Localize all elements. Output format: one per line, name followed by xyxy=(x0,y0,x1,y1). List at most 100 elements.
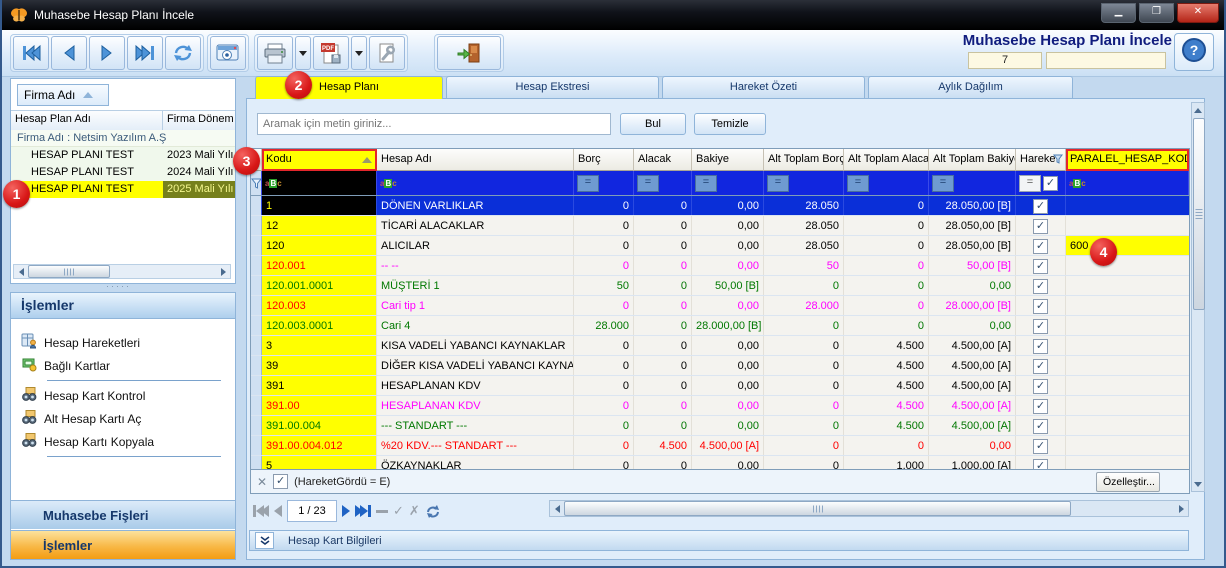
grid-row[interactable]: 391HESAPLANAN KDV000,0004.5004.500,00 [A… xyxy=(251,376,1189,396)
nav-bar-islemler[interactable]: İşlemler xyxy=(11,530,235,559)
next-record-button[interactable] xyxy=(89,36,125,70)
scroll-right-icon[interactable] xyxy=(1174,501,1188,516)
grid-row[interactable]: 391.00HESAPLANAN KDV000,0004.5004.500,00… xyxy=(251,396,1189,416)
expand-chevron-icon[interactable] xyxy=(255,532,274,549)
page-setup-button[interactable] xyxy=(369,36,405,70)
hareket-checkbox[interactable]: ✓ xyxy=(1033,279,1048,294)
firm-row[interactable]: HESAP PLANI TEST2025 Mali Yılı xyxy=(11,181,235,198)
grid-row[interactable]: 12TİCARİ ALACAKLAR000,0028.050028.050,00… xyxy=(251,216,1189,236)
hareket-checkbox[interactable]: ✓ xyxy=(1033,199,1048,214)
firm-col-header-plan[interactable]: Hesap Plan Adı xyxy=(11,111,163,130)
firm-col-header-period[interactable]: Firma Dönem A xyxy=(163,111,235,130)
hareket-checkbox[interactable]: ✓ xyxy=(1033,379,1048,394)
hareket-checkbox[interactable]: ✓ xyxy=(1033,239,1048,254)
grid-row[interactable]: 120.001-- --000,0050050,00 [B]✓ xyxy=(251,256,1189,276)
column-header-kodu[interactable]: Kodu xyxy=(262,149,377,171)
exit-button[interactable] xyxy=(437,36,501,70)
hareket-checkbox[interactable]: ✓ xyxy=(1033,399,1048,414)
clear-button[interactable]: Temizle xyxy=(694,113,766,135)
grid-row[interactable]: 39DİĞER KISA VADELİ YABANCI KAYNAKLAR000… xyxy=(251,356,1189,376)
action-item-hesap-kart-kopyala[interactable]: Hesap Kartı Kopyala xyxy=(11,430,235,453)
first-record-button[interactable] xyxy=(13,36,49,70)
grid-row[interactable]: 391.00.004.012%20 KDV.--- STANDART ---04… xyxy=(251,436,1189,456)
export-dropdown[interactable] xyxy=(351,36,367,70)
grid-row[interactable]: 120.003.0001Cari 428.000028.000,00 [B]00… xyxy=(251,316,1189,336)
filter-cell-alacak[interactable]: = xyxy=(634,171,692,195)
tab-hesap-plani[interactable]: Hesap Planı xyxy=(255,76,443,99)
pager-last-icon[interactable] xyxy=(355,505,371,517)
firm-horizontal-scrollbar[interactable] xyxy=(13,264,231,279)
column-header-alt-toplam-bor-[interactable]: Alt Toplam Borç xyxy=(764,149,844,171)
grid-row[interactable]: 120ALICILAR000,0028.050028.050,00 [B]✓60… xyxy=(251,236,1189,256)
prev-record-button[interactable] xyxy=(51,36,87,70)
customize-button[interactable]: Özelleştir... xyxy=(1096,472,1160,492)
grid-row[interactable]: 1DÖNEN VARLIKLAR000,0028.050028.050,00 [… xyxy=(251,196,1189,216)
filter-cell-bakiye[interactable]: = xyxy=(692,171,764,195)
column-header-alacak[interactable]: Alacak xyxy=(634,149,692,171)
find-button[interactable]: Bul xyxy=(620,113,686,135)
hareket-checkbox[interactable]: ✓ xyxy=(1033,419,1048,434)
close-button[interactable]: ✕ xyxy=(1177,3,1219,23)
pager-next-icon[interactable] xyxy=(342,505,350,517)
tab-hareket-ozeti[interactable]: Hareket Özeti xyxy=(662,76,865,99)
pager-refresh-icon[interactable] xyxy=(425,504,441,519)
print-button[interactable] xyxy=(257,36,293,70)
action-item-ba-l-kartlar[interactable]: Bağlı Kartlar xyxy=(11,354,235,377)
scroll-left-icon[interactable] xyxy=(14,265,28,278)
tab-aylik-dagilim[interactable]: Aylık Dağılım xyxy=(868,76,1073,99)
filter-cell-kodu[interactable]: aBc xyxy=(262,171,377,195)
scroll-right-icon[interactable] xyxy=(216,265,230,278)
nav-bar-muhasebe-fisleri[interactable]: Muhasebe Fişleri xyxy=(11,500,235,529)
pager-first-icon[interactable] xyxy=(253,505,269,517)
grid-vertical-scrollbar[interactable] xyxy=(1191,102,1205,492)
filter-active-checkbox[interactable]: ✓ xyxy=(273,474,288,489)
column-header-alt-toplam-bakiye[interactable]: Alt Toplam Bakiye xyxy=(929,149,1016,171)
hareket-checkbox[interactable]: ✓ xyxy=(1033,439,1048,454)
grid-row[interactable]: 5ÖZKAYNAKLAR000,0001.0001.000,00 [A]✓ xyxy=(251,456,1189,470)
hesap-kart-bilgileri-bar[interactable]: Hesap Kart Bilgileri xyxy=(249,530,1189,551)
grid-row[interactable]: 3KISA VADELİ YABANCI KAYNAKLAR000,0004.5… xyxy=(251,336,1189,356)
firm-row[interactable]: HESAP PLANI TEST2023 Mali Yılı xyxy=(11,147,235,164)
column-header-bor-[interactable]: Borç xyxy=(574,149,634,171)
hareket-checkbox[interactable]: ✓ xyxy=(1033,299,1048,314)
pager-delete-icon[interactable] xyxy=(376,510,388,513)
restore-button[interactable]: ❐ xyxy=(1139,3,1174,23)
pager-post-icon[interactable]: ✓ xyxy=(393,503,404,519)
pager-prev-icon[interactable] xyxy=(274,505,282,517)
column-header-bakiye[interactable]: Bakiye xyxy=(692,149,764,171)
search-input[interactable] xyxy=(257,113,611,135)
minimize-button[interactable]: ▁ xyxy=(1101,3,1136,23)
column-header-hesap-ad-[interactable]: Hesap Adı xyxy=(377,149,574,171)
filter-cell-hareke[interactable]: =✓ xyxy=(1016,171,1066,195)
refresh-button[interactable] xyxy=(165,36,201,70)
filter-cell-alt-toplam-alacak[interactable]: = xyxy=(844,171,929,195)
hareket-checkbox[interactable]: ✓ xyxy=(1033,319,1048,334)
panel-splitter-handle[interactable]: ····· xyxy=(106,285,136,289)
tab-hesap-ekstresi[interactable]: Hesap Ekstresi xyxy=(446,76,659,99)
help-button[interactable]: ? xyxy=(1174,33,1214,71)
column-header-paralel-hesap-kodu[interactable]: PARALEL_HESAP_KODU xyxy=(1066,149,1189,171)
hareket-checkbox[interactable]: ✓ xyxy=(1033,459,1048,470)
action-item-hesap-hareketleri[interactable]: Hesap Hareketleri xyxy=(11,331,235,354)
grid-row[interactable]: 391.00.004--- STANDART ---000,0004.5004.… xyxy=(251,416,1189,436)
last-record-button[interactable] xyxy=(127,36,163,70)
grid-row[interactable]: 120.003Cari tip 1000,0028.000028.000,00 … xyxy=(251,296,1189,316)
print-dropdown[interactable] xyxy=(295,36,311,70)
action-item-hesap-kart-kontrol[interactable]: Hesap Kart Kontrol xyxy=(11,384,235,407)
preview-button[interactable] xyxy=(210,36,246,70)
pager-cancel-icon[interactable]: ✗ xyxy=(409,503,420,519)
grid-horizontal-scrollbar[interactable] xyxy=(549,500,1189,517)
scroll-down-icon[interactable] xyxy=(1192,477,1204,491)
column-header-alt-toplam-alacak[interactable]: Alt Toplam Alacak xyxy=(844,149,929,171)
hareket-checkbox[interactable]: ✓ xyxy=(1033,359,1048,374)
remove-filter-icon[interactable]: ✕ xyxy=(257,475,267,489)
scroll-up-icon[interactable] xyxy=(1192,103,1204,117)
action-item-alt-hesap-kart-a-[interactable]: Alt Hesap Kartı Aç xyxy=(11,407,235,430)
export-pdf-button[interactable]: PDF xyxy=(313,36,349,70)
filter-cell-paralel-hesap-kodu[interactable]: aBc xyxy=(1066,171,1189,195)
firm-row[interactable]: HESAP PLANI TEST2024 Mali Yılı xyxy=(11,164,235,181)
filter-cell-alt-toplam-bor-[interactable]: = xyxy=(764,171,844,195)
grid-row[interactable]: 120.001.0001MÜŞTERİ 150050,00 [B]000,00✓ xyxy=(251,276,1189,296)
group-by-firma-adi-button[interactable]: Firma Adı xyxy=(17,84,109,106)
filter-cell-alt-toplam-bakiye[interactable]: = xyxy=(929,171,1016,195)
